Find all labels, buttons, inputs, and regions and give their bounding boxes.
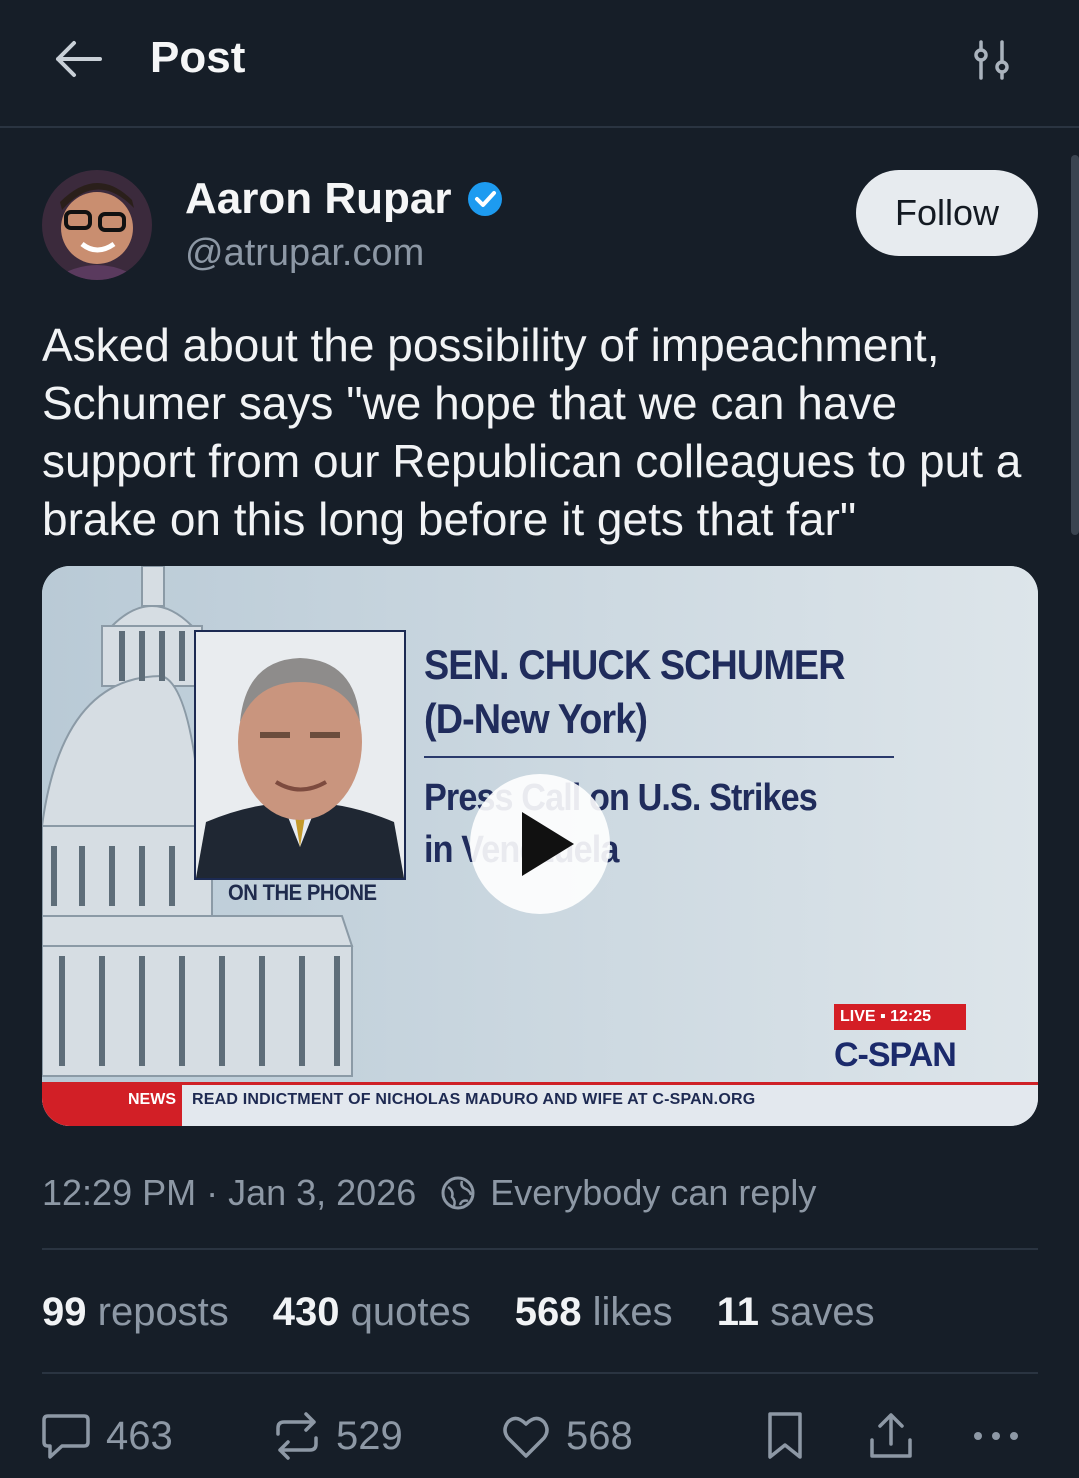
- bookmark-button[interactable]: [762, 1410, 808, 1462]
- ticker-text: READ INDICTMENT OF NICHOLAS MADURO AND W…: [192, 1091, 756, 1108]
- avatar[interactable]: [42, 170, 152, 280]
- speaker-portrait: [196, 632, 404, 878]
- saves-stat[interactable]: 11 saves: [717, 1290, 875, 1335]
- filter-button[interactable]: [966, 36, 1020, 84]
- reposts-stat[interactable]: 99 reposts: [42, 1290, 229, 1335]
- like-count: 568: [566, 1413, 633, 1458]
- post-meta: 12:29 PM · Jan 3, 2026 Everybody can rep…: [42, 1172, 816, 1214]
- repost-count: 529: [336, 1413, 403, 1458]
- top-bar: Post: [0, 0, 1079, 128]
- action-bar: 463 529 568: [40, 1410, 1040, 1470]
- back-button[interactable]: [50, 36, 106, 82]
- news-ticker: NEWS READ INDICTMENT OF NICHOLAS MADURO …: [42, 1082, 1038, 1126]
- speaker-photo: [194, 630, 406, 880]
- caption-divider: [424, 756, 894, 758]
- page-title: Post: [150, 33, 246, 82]
- avatar-image: [42, 170, 152, 280]
- speaker-name-caption: SEN. CHUCK SCHUMER (D-New York): [424, 638, 846, 746]
- speaker-name: SEN. CHUCK SCHUMER: [424, 641, 846, 688]
- on-the-phone-label: ON THE PHONE: [228, 880, 377, 905]
- globe-icon: [441, 1176, 475, 1210]
- author-name[interactable]: Aaron Rupar: [185, 174, 451, 224]
- play-button[interactable]: [470, 774, 610, 914]
- reply-count: 463: [106, 1413, 173, 1458]
- more-button[interactable]: [970, 1410, 1022, 1462]
- divider: [42, 1372, 1038, 1374]
- live-badge: LIVE ▪ 12:25: [834, 1004, 966, 1030]
- engagement-stats: 99 reposts 430 quotes 568 likes 11 saves: [42, 1290, 875, 1335]
- divider: [42, 1248, 1038, 1250]
- speech-bubble-icon: [42, 1414, 90, 1459]
- bookmark-icon: [768, 1412, 802, 1459]
- scrollbar[interactable]: [1071, 155, 1079, 535]
- like-button[interactable]: 568: [500, 1410, 633, 1462]
- share-icon: [870, 1413, 912, 1458]
- arrow-left-icon: [56, 41, 102, 77]
- network-logo: C-SPAN: [834, 1036, 957, 1074]
- more-icon: [974, 1432, 1018, 1440]
- ticker-tag: NEWS: [42, 1085, 182, 1126]
- repost-icon: [276, 1412, 318, 1460]
- post-text: Asked about the possibility of impeachme…: [42, 319, 1022, 545]
- author-handle[interactable]: @atrupar.com: [185, 232, 424, 275]
- repost-button[interactable]: 529: [272, 1410, 403, 1462]
- share-button[interactable]: [866, 1410, 916, 1462]
- sliders-icon: [974, 40, 1009, 80]
- speaker-party: (D-New York): [424, 695, 648, 742]
- play-icon: [522, 812, 574, 876]
- reply-button[interactable]: 463: [40, 1410, 173, 1462]
- video-thumbnail[interactable]: ON THE PHONE SEN. CHUCK SCHUMER (D-New Y…: [42, 566, 1038, 1126]
- reply-setting[interactable]: Everybody can reply: [490, 1172, 816, 1214]
- likes-stat[interactable]: 568 likes: [515, 1290, 673, 1335]
- heart-icon: [503, 1416, 549, 1458]
- post-timestamp[interactable]: 12:29 PM · Jan 3, 2026: [42, 1172, 416, 1214]
- quotes-stat[interactable]: 430 quotes: [273, 1290, 471, 1335]
- verified-badge-icon: [468, 182, 502, 216]
- follow-button[interactable]: Follow: [856, 170, 1038, 256]
